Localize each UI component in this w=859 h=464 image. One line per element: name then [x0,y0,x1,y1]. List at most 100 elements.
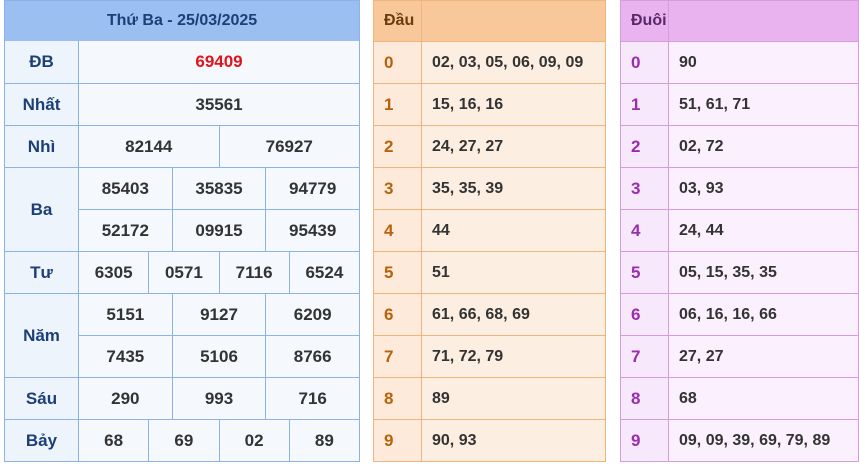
head-row: 1 15, 16, 16 [374,83,605,125]
prize-number: 69 [148,420,219,461]
prize-label: Bảy [5,420,79,461]
prize-number: 6305 [79,252,149,293]
prize-number: 35561 [79,84,359,125]
head-digit: 8 [374,378,422,419]
head-table-header: Đầu [374,1,605,41]
prize-row: Nhất 35561 [5,83,359,125]
prize-row: Tư 6305 0571 7116 6524 [5,251,359,293]
prize-number: 89 [288,420,359,461]
head-digit: 4 [374,210,422,251]
tail-numbers: 09, 09, 39, 69, 79, 89 [669,420,858,461]
tail-row: 5 05, 15, 35, 35 [621,251,858,293]
head-numbers: 02, 03, 05, 06, 09, 09 [422,42,605,83]
tail-numbers: 02, 72 [669,126,858,167]
tail-table-title: Đuôi [621,1,669,41]
tail-numbers: 03, 93 [669,168,858,209]
tail-numbers: 06, 16, 16, 66 [669,294,858,335]
prize-number: 35835 [171,168,266,209]
tail-digit: 4 [621,210,669,251]
tail-numbers: 90 [669,42,858,83]
prize-label: Nhì [5,126,79,167]
prize-row: Ba 85403 35835 94779 52172 09915 95439 [5,167,360,251]
prize-number: 716 [265,378,360,419]
head-table-rows: 0 02, 03, 05, 06, 09, 09 1 15, 16, 16 2 24, 2… [374,41,605,461]
prize-number: 94779 [265,168,360,209]
head-numbers: 61, 66, 68, 69 [422,294,605,335]
prize-number: 02 [218,420,289,461]
prize-number: 52172 [79,210,172,251]
head-numbers: 51 [422,252,605,293]
head-row: 2 24, 27, 27 [374,125,605,167]
head-table: Đầu 0 02, 03, 05, 06, 09, 09 1 15, 16, 16 2 2… [373,0,606,462]
tail-digit: 2 [621,126,669,167]
head-row: 4 44 [374,209,605,251]
prize-number: 68 [79,420,149,461]
prize-number: 6209 [265,294,360,335]
head-numbers: 71, 72, 79 [422,336,605,377]
head-table-title: Đầu [374,1,422,41]
results-date-title: Thứ Ba - 25/03/2025 [5,1,359,41]
prize-label: Nhất [5,84,79,125]
tail-row: 8 68 [621,377,858,419]
prize-label: Năm [5,294,79,377]
head-numbers: 89 [422,378,605,419]
prize-number: 8766 [265,336,360,377]
tail-digit: 7 [621,336,669,377]
head-digit: 6 [374,294,422,335]
head-numbers: 44 [422,210,605,251]
tail-digit: 8 [621,378,669,419]
prize-number: 95439 [265,210,360,251]
head-digit: 7 [374,336,422,377]
prize-label: ĐB [5,41,79,83]
tail-numbers: 27, 27 [669,336,858,377]
tail-row: 9 09, 09, 39, 69, 79, 89 [621,419,858,461]
head-digit: 5 [374,252,422,293]
head-row: 3 35, 35, 39 [374,167,605,209]
tail-table-rows: 0 90 1 51, 61, 71 2 02, 72 3 03, 93 4 24, 44 5 05, … [621,41,858,461]
prize-row: Nhì 82144 76927 [5,125,359,167]
prize-number: 290 [79,378,172,419]
tail-table-header: Đuôi [621,1,858,41]
tail-row: 7 27, 27 [621,335,858,377]
tail-numbers: 05, 15, 35, 35 [669,252,858,293]
head-numbers: 90, 93 [422,420,605,461]
head-row: 8 89 [374,377,605,419]
tail-table: Đuôi 0 90 1 51, 61, 71 2 02, 72 3 03, 93 4 24, 44… [620,0,859,462]
tail-digit: 0 [621,42,669,83]
head-digit: 9 [374,420,422,461]
prize-rows: ĐB 69409 Nhất 35561 Nhì 82144 76927 Ba 85403 3583… [5,41,360,461]
head-row: 6 61, 66, 68, 69 [374,293,605,335]
head-row: 0 02, 03, 05, 06, 09, 09 [374,41,605,83]
prize-label: Ba [5,168,79,251]
tail-row: 1 51, 61, 71 [621,83,858,125]
prize-row: Sáu 290 993 716 [5,377,360,419]
prize-label: Sáu [5,378,79,419]
prize-number: 6524 [288,252,359,293]
head-digit: 3 [374,168,422,209]
prize-number: 7435 [79,336,172,377]
tail-numbers: 24, 44 [669,210,858,251]
prize-number: 09915 [171,210,266,251]
prize-number: 9127 [171,294,266,335]
prize-number: 85403 [79,168,172,209]
prize-number: 5151 [79,294,172,335]
prize-row: Năm 5151 9127 6209 7435 5106 8766 [5,293,360,377]
prize-row: Bảy 68 69 02 89 [5,419,359,461]
tail-row: 2 02, 72 [621,125,858,167]
prize-number: 76927 [218,126,359,167]
special-prize-number: 69409 [79,41,359,83]
tail-digit: 3 [621,168,669,209]
prize-number: 82144 [79,126,219,167]
tail-digit: 6 [621,294,669,335]
prize-number: 7116 [218,252,289,293]
head-row: 7 71, 72, 79 [374,335,605,377]
tail-numbers: 68 [669,378,858,419]
prize-number: 0571 [148,252,219,293]
tail-digit: 1 [621,84,669,125]
tail-row: 3 03, 93 [621,167,858,209]
head-digit: 0 [374,42,422,83]
prize-number: 5106 [171,336,266,377]
tail-row: 6 06, 16, 16, 66 [621,293,858,335]
prize-label: Tư [5,252,79,293]
prize-row: ĐB 69409 [5,41,359,83]
